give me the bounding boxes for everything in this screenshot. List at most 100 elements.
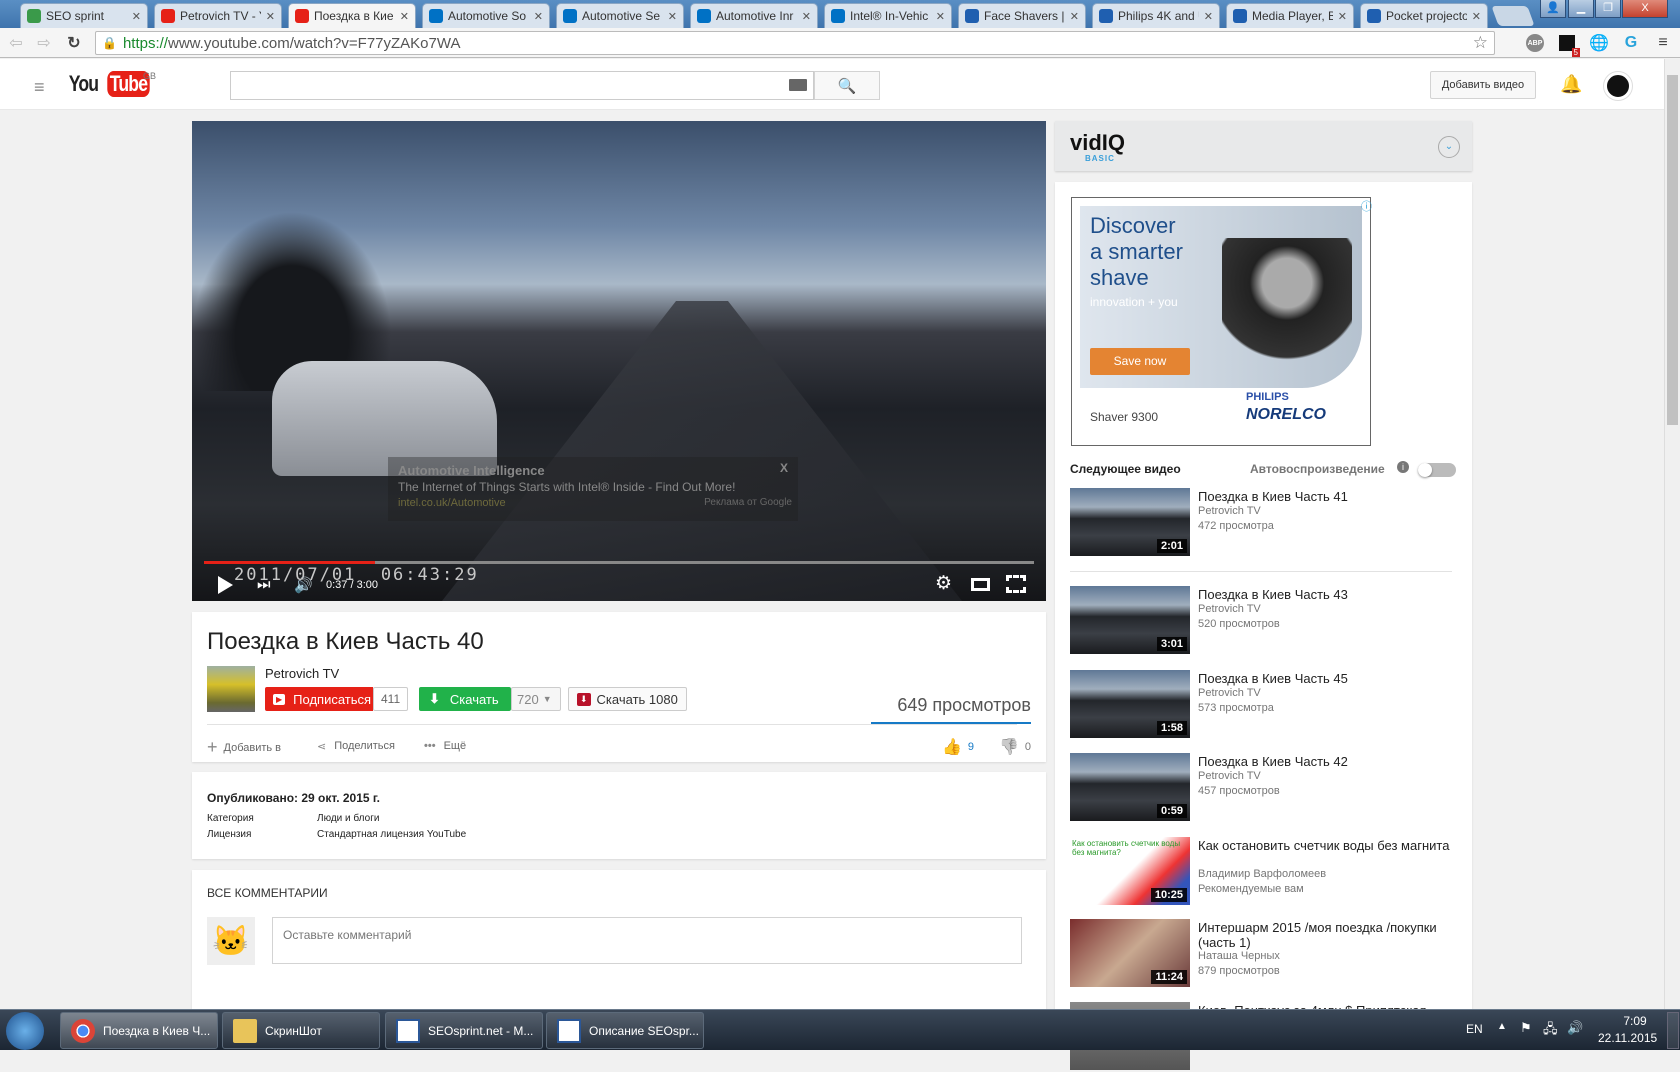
- volume-icon[interactable]: 🔊: [294, 576, 313, 594]
- video-title[interactable]: Как остановить счетчик воды без магнита: [1198, 838, 1463, 853]
- taskbar-task[interactable]: SEOsprint.net - M...: [385, 1012, 543, 1049]
- ad-overlay-url[interactable]: intel.co.uk/Automotive: [398, 497, 506, 509]
- search-button[interactable]: 🔍: [814, 71, 880, 100]
- tab-close-icon[interactable]: ✕: [400, 10, 409, 23]
- download-1080-button[interactable]: ⬇ Скачать 1080: [568, 687, 687, 711]
- minimize-button[interactable]: ▁: [1568, 0, 1594, 18]
- autoplay-info-icon[interactable]: i: [1397, 461, 1409, 473]
- browser-tab[interactable]: Automotive Inr ✕: [690, 3, 818, 28]
- taskbar-task[interactable]: Поездка в Киев Ч...: [60, 1012, 218, 1049]
- license-value[interactable]: Стандартная лицензия YouTube: [317, 829, 466, 840]
- guide-menu-icon[interactable]: ≡: [34, 77, 45, 98]
- maximize-button[interactable]: ❐: [1595, 0, 1621, 18]
- ad-overlay[interactable]: Automotive Intelligence The Internet of …: [388, 457, 798, 521]
- related-video[interactable]: 1:58 Поездка в Киев Часть 45 Petrovich TV 5…: [1070, 670, 1470, 740]
- scrollbar-thumb[interactable]: [1667, 75, 1678, 425]
- taskbar-task[interactable]: Описание SEOspr...: [546, 1012, 704, 1049]
- ad-info-icon[interactable]: ⓘ: [1361, 198, 1375, 213]
- tab-close-icon[interactable]: ✕: [936, 10, 945, 23]
- tab-close-icon[interactable]: ✕: [266, 10, 275, 23]
- close-window-button[interactable]: X: [1622, 0, 1668, 18]
- channel-avatar[interactable]: [207, 666, 255, 712]
- start-button[interactable]: [6, 1012, 44, 1050]
- video-thumbnail[interactable]: 2:01: [1070, 488, 1190, 556]
- progress-bar[interactable]: [204, 561, 1034, 564]
- show-desktop-button[interactable]: [1667, 1012, 1679, 1049]
- category-value[interactable]: Люди и блоги: [317, 813, 379, 824]
- tab-close-icon[interactable]: ✕: [1070, 10, 1079, 23]
- video-thumbnail[interactable]: 0:59: [1070, 753, 1190, 821]
- tab-close-icon[interactable]: ✕: [1204, 10, 1213, 23]
- vidiq-expand-icon[interactable]: ⌄: [1438, 136, 1460, 158]
- fullscreen-icon[interactable]: [1006, 575, 1026, 593]
- tab-close-icon[interactable]: ✕: [534, 10, 543, 23]
- video-thumbnail[interactable]: 1:58: [1070, 670, 1190, 738]
- video-player[interactable]: Automotive Intelligence The Internet of …: [192, 121, 1046, 601]
- browser-tab[interactable]: Intel® In-Vehic ✕: [824, 3, 952, 28]
- more-button[interactable]: ••• Ещё: [424, 740, 466, 752]
- add-to-button[interactable]: + Добавить в: [207, 737, 281, 758]
- video-thumbnail[interactable]: 3:01: [1070, 586, 1190, 654]
- network-icon[interactable]: 🖧: [1543, 1020, 1558, 1042]
- video-title[interactable]: Интершарм 2015 /моя поездка /покупки (ча…: [1198, 920, 1463, 950]
- related-video[interactable]: 3:01 Поездка в Киев Часть 43 Petrovich TV 5…: [1070, 586, 1470, 656]
- keyboard-icon[interactable]: [789, 79, 807, 91]
- video-thumbnail[interactable]: Как остановить счетчик воды без магнита?…: [1070, 837, 1190, 905]
- dislike-button[interactable]: 👎 0: [999, 737, 1031, 757]
- video-title[interactable]: Поездка в Киев Часть 41: [1198, 489, 1463, 504]
- philips-ad[interactable]: ⓘ Discover a smarter shave innovation + …: [1071, 197, 1372, 446]
- ad-overlay-title[interactable]: Automotive Intelligence: [398, 463, 545, 478]
- comment-input[interactable]: Оставьте комментарий: [272, 917, 1022, 964]
- bookmark-star-icon[interactable]: ☆: [1473, 33, 1488, 53]
- tab-close-icon[interactable]: ✕: [802, 10, 811, 23]
- ad-close-button[interactable]: X: [780, 461, 788, 475]
- ad-cta-button[interactable]: Save now: [1090, 348, 1190, 375]
- tab-close-icon[interactable]: ✕: [668, 10, 677, 23]
- menu-icon[interactable]: ≡: [1653, 33, 1673, 53]
- notifications-bell-icon[interactable]: 🔔: [1560, 74, 1582, 95]
- adblock-icon[interactable]: ABP: [1525, 33, 1545, 53]
- video-title[interactable]: Поездка в Киев Часть 43: [1198, 587, 1463, 602]
- share-button[interactable]: ⋖ Поделиться: [317, 740, 395, 753]
- tab-close-icon[interactable]: ✕: [1472, 10, 1481, 23]
- grammarly-icon[interactable]: G: [1621, 33, 1641, 53]
- related-video[interactable]: 0:59 Поездка в Киев Часть 42 Petrovich TV 4…: [1070, 753, 1470, 823]
- page-scrollbar[interactable]: [1664, 59, 1680, 1009]
- subscribe-button[interactable]: ▶ Подписаться: [265, 687, 373, 711]
- download-button[interactable]: ⬇ Скачать: [419, 687, 511, 711]
- browser-tab[interactable]: Media Player, B ✕: [1226, 3, 1354, 28]
- channel-name[interactable]: Petrovich TV: [265, 666, 339, 681]
- settings-gear-icon[interactable]: ⚙: [935, 572, 952, 595]
- search-input[interactable]: [230, 71, 814, 100]
- browser-tab[interactable]: SEO sprint ✕: [20, 3, 148, 28]
- profile-button[interactable]: 👤: [1540, 0, 1566, 18]
- browser-tab[interactable]: Automotive Se ✕: [556, 3, 684, 28]
- browser-tab[interactable]: Automotive So ✕: [422, 3, 550, 28]
- address-bar[interactable]: 🔒 https://www.youtube.com/watch?v=F77yZA…: [95, 31, 1495, 55]
- related-video[interactable]: 11:24 Интершарм 2015 /моя поездка /покупк…: [1070, 919, 1470, 989]
- next-icon[interactable]: ⏭: [257, 576, 271, 593]
- action-center-flag-icon[interactable]: ⚑: [1520, 1020, 1532, 1036]
- related-video[interactable]: 2:01 Поездка в Киев Часть 41 Petrovich TV 4…: [1070, 488, 1470, 558]
- autoplay-toggle[interactable]: [1418, 463, 1456, 477]
- video-title[interactable]: Поездка в Киев Часть 45: [1198, 671, 1463, 686]
- video-title[interactable]: Поездка в Киев Часть 42: [1198, 754, 1463, 769]
- globe-icon[interactable]: 🌐: [1589, 33, 1609, 53]
- tab-close-icon[interactable]: ✕: [132, 10, 141, 23]
- extension-icon[interactable]: 5: [1557, 33, 1580, 57]
- like-button[interactable]: 👍 9: [942, 737, 974, 757]
- play-icon[interactable]: [218, 576, 233, 594]
- video-thumbnail[interactable]: 11:24: [1070, 919, 1190, 987]
- clock-date[interactable]: 22.11.2015: [1598, 1031, 1657, 1045]
- forward-icon[interactable]: ⇨: [34, 33, 54, 53]
- language-indicator[interactable]: EN: [1466, 1022, 1483, 1036]
- theater-mode-icon[interactable]: [971, 578, 990, 591]
- quality-select[interactable]: 720 ▼: [511, 687, 561, 711]
- browser-tab[interactable]: Petrovich TV - Y ✕: [154, 3, 282, 28]
- browser-tab[interactable]: Philips 4K and U ✕: [1092, 3, 1220, 28]
- related-video[interactable]: Как остановить счетчик воды без магнита?…: [1070, 837, 1470, 907]
- new-tab-button[interactable]: [1491, 6, 1535, 26]
- avatar[interactable]: [1604, 72, 1632, 100]
- browser-tab[interactable]: Face Shavers | F ✕: [958, 3, 1086, 28]
- taskbar-task[interactable]: СкринШот: [222, 1012, 380, 1049]
